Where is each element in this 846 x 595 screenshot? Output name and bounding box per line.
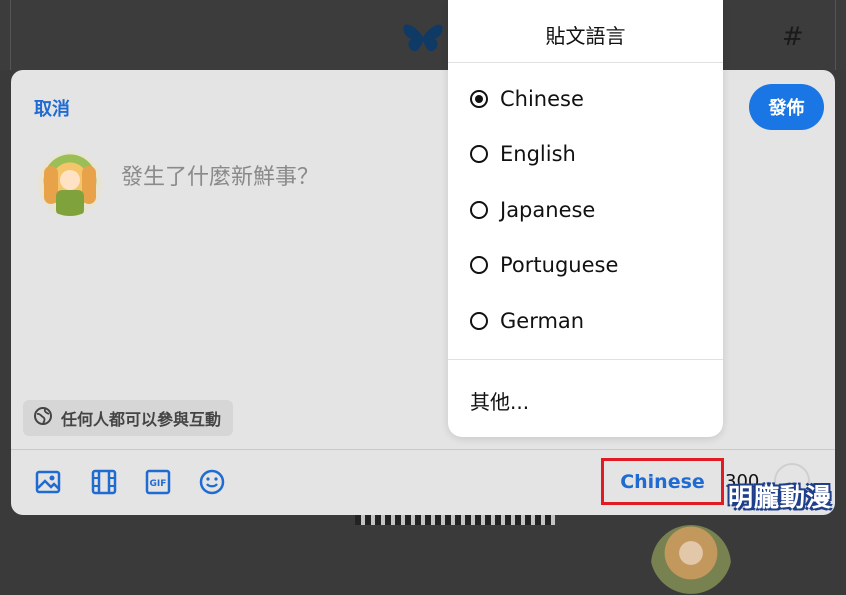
- language-option-label: German: [500, 309, 585, 333]
- menu-divider: [448, 359, 723, 360]
- avatar: [38, 152, 102, 216]
- language-option-label: Japanese: [500, 198, 596, 222]
- video-icon[interactable]: [89, 467, 119, 497]
- background-divider: [10, 0, 11, 70]
- bluesky-butterfly-logo: [403, 24, 443, 52]
- post-language-button[interactable]: Chinese: [601, 458, 724, 505]
- emoji-icon[interactable]: [197, 467, 227, 497]
- gif-icon[interactable]: GIF: [143, 467, 173, 497]
- menu-title: 貼文語言: [545, 24, 626, 48]
- cancel-button[interactable]: 取消: [34, 95, 70, 121]
- language-option-german[interactable]: German: [470, 306, 584, 336]
- language-option-english[interactable]: English: [470, 139, 576, 169]
- language-option-japanese[interactable]: Japanese: [470, 195, 595, 225]
- radio-icon: [470, 145, 488, 163]
- toolbar-divider: [11, 449, 835, 450]
- menu-divider: [448, 62, 723, 63]
- watermark-logo: 明朧動漫: [728, 483, 833, 512]
- radio-icon: [470, 201, 488, 219]
- radio-icon: [470, 312, 488, 330]
- interaction-settings-label: 任何人都可以參與互動: [61, 410, 222, 429]
- background-divider: [835, 0, 836, 70]
- image-icon[interactable]: [33, 467, 63, 497]
- radio-selected-icon: [470, 90, 488, 108]
- other-languages-option[interactable]: 其他...: [470, 386, 529, 415]
- publish-button[interactable]: 發佈: [749, 84, 824, 130]
- post-language-menu: 貼文語言 Chinese English Japanese Portuguese…: [448, 0, 723, 437]
- language-option-label: Portuguese: [500, 253, 619, 277]
- language-option-label: Chinese: [500, 87, 584, 111]
- language-option-label: English: [500, 142, 576, 166]
- globe-icon: [33, 406, 53, 430]
- language-option-chinese[interactable]: Chinese: [470, 84, 584, 114]
- radio-icon: [470, 256, 488, 274]
- language-option-portuguese[interactable]: Portuguese: [470, 250, 618, 280]
- gif-icon-text: GIF: [150, 479, 167, 489]
- interaction-settings-button[interactable]: 任何人都可以參與互動: [23, 400, 234, 436]
- watermark-mascot: [651, 525, 731, 595]
- hashtag-icon[interactable]: #: [782, 22, 804, 52]
- post-text-input[interactable]: 發生了什麼新鮮事？: [121, 159, 319, 191]
